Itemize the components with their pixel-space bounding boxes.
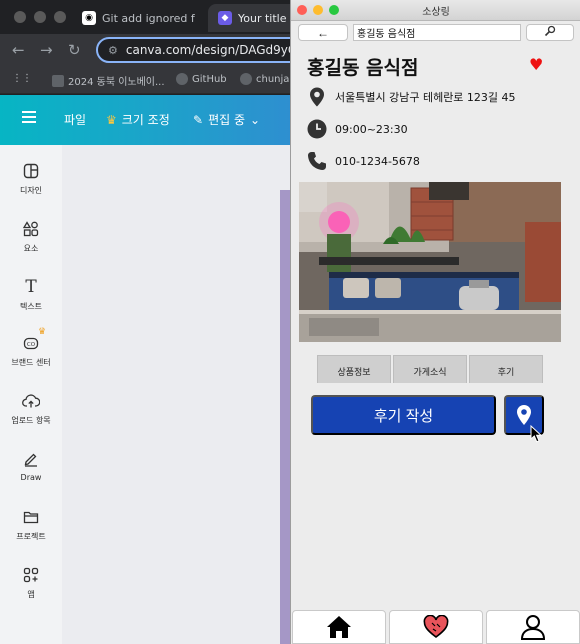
browser-tab-title: Your title he [238, 11, 298, 25]
sidebar-item-text[interactable]: T 텍스트 [0, 277, 62, 312]
tab-product-info[interactable]: 상품정보 [317, 355, 391, 383]
github-icon: ◉ [82, 11, 96, 25]
crown-icon: ♛ [38, 327, 47, 337]
home-icon [327, 616, 351, 638]
sidebar-item-label: 앱 [27, 590, 35, 599]
canva-canvas-preview [280, 190, 290, 644]
upload-cloud-icon [21, 391, 41, 411]
sidebar-item-draw[interactable]: Draw [0, 449, 62, 482]
bookmark-item[interactable]: 2024 동북 이노베이... [52, 73, 165, 88]
canva-tab-icon: ◆ [218, 11, 232, 25]
store-tabs: 상품정보 가게소식 후기 [317, 355, 543, 383]
canva-editor-area[interactable] [62, 145, 290, 644]
menu-resize-label: 크기 조정 [121, 113, 170, 127]
menu-edit-label: 편집 중 [208, 113, 245, 127]
canva-menubar: 파일 ♛ 크기 조정 ✎ 편집 중 ⌄ [0, 95, 290, 145]
favorite-heart-icon[interactable]: ♥ [529, 55, 543, 74]
location-pin-icon [517, 405, 531, 425]
svg-text:CO: CO [27, 342, 36, 348]
canva-sidebar: 디자인 요소 T 텍스트 CO ♛ 브랜드 센터 업로드 항목 Draw 프로젝… [0, 145, 62, 644]
search-bar: ← [291, 21, 580, 44]
sidebar-item-design[interactable]: 디자인 [0, 161, 62, 196]
reload-icon[interactable]: ↻ [68, 41, 81, 59]
mouse-cursor-icon [530, 425, 543, 443]
nav-profile-button[interactable] [486, 610, 580, 644]
browser-zoom-button[interactable] [54, 11, 66, 23]
bookmark-item[interactable]: chunja [240, 73, 289, 85]
crown-icon: ♛ [106, 112, 117, 127]
store-phone: 010-1234-5678 [335, 154, 420, 168]
heart-icon [423, 615, 449, 639]
folder-icon [21, 507, 41, 527]
window-title: 소상링 [422, 7, 450, 18]
store-address-row: 서울특별시 강남구 테헤란로 123길 45 [307, 86, 516, 108]
clock-icon [307, 119, 327, 139]
sidebar-item-label: 디자인 [19, 186, 43, 195]
store-name: 홍길동 음식점 [307, 57, 419, 79]
browser-tab-canva[interactable]: ◆ Your title he [208, 4, 298, 32]
github-icon [176, 73, 188, 85]
bookmark-item[interactable]: GitHub [176, 73, 227, 85]
brand-icon: CO ♛ [21, 327, 46, 353]
nav-favorites-button[interactable] [389, 610, 483, 644]
hamburger-menu-icon[interactable] [22, 108, 36, 126]
browser-tab-git[interactable]: ◉ Git add ignored f [72, 4, 210, 32]
menu-resize[interactable]: ♛ 크기 조정 [106, 111, 170, 128]
sidebar-item-projects[interactable]: 프로젝트 [0, 507, 62, 542]
search-button[interactable] [526, 24, 574, 41]
text-icon: T [25, 277, 37, 297]
site-settings-icon[interactable]: ⚙ [108, 44, 118, 57]
forward-arrow-icon[interactable]: → [40, 41, 53, 59]
address-bar-url: canva.com/design/DAGd9yQTe [125, 43, 311, 57]
tab-reviews[interactable]: 후기 [469, 355, 543, 383]
search-input[interactable] [353, 24, 521, 41]
menu-edit-mode[interactable]: ✎ 편집 중 ⌄ [193, 111, 260, 128]
menu-file[interactable]: 파일 [64, 111, 86, 128]
browser-close-button[interactable] [14, 11, 26, 23]
store-photo [299, 182, 561, 342]
pen-icon [21, 449, 41, 469]
back-arrow-icon[interactable]: ← [12, 41, 25, 59]
shapes-icon [21, 219, 41, 239]
sidebar-item-label: 텍스트 [19, 302, 43, 311]
apps-icon [21, 565, 41, 585]
nav-home-button[interactable] [292, 610, 386, 644]
bookmark-label: GitHub [192, 73, 227, 85]
sidebar-item-label: 요소 [23, 244, 39, 253]
browser-tab-title: Git add ignored f [102, 11, 195, 25]
store-address: 서울특별시 강남구 테헤란로 123길 45 [335, 91, 516, 104]
chevron-down-icon: ⌄ [250, 112, 261, 127]
tab-store-news[interactable]: 가게소식 [393, 355, 467, 383]
sidebar-item-uploads[interactable]: 업로드 항목 [0, 391, 62, 426]
github-icon [240, 73, 252, 85]
sidebar-item-apps[interactable]: 앱 [0, 565, 62, 600]
magnifier-icon [544, 25, 556, 37]
store-phone-row: 010-1234-5678 [307, 150, 420, 172]
location-pin-icon [307, 87, 327, 107]
layout-icon [21, 161, 41, 181]
app-window: 소상링 ← 홍길동 음식점 ♥ 서울특별시 강남구 테헤란로 123길 45 0… [290, 0, 580, 644]
write-review-button[interactable]: 후기 작성 [311, 395, 496, 435]
sidebar-item-elements[interactable]: 요소 [0, 219, 62, 254]
sidebar-item-label: 업로드 항목 [11, 416, 51, 425]
phone-icon [307, 151, 327, 171]
sidebar-item-label: Draw [20, 473, 42, 482]
bookmark-label: 2024 동북 이노베이... [68, 77, 165, 88]
back-button[interactable]: ← [298, 24, 348, 41]
pencil-icon: ✎ [193, 112, 204, 127]
window-titlebar: 소상링 [291, 0, 580, 21]
bottom-navigation [291, 610, 580, 644]
sidebar-item-brand[interactable]: CO ♛ 브랜드 센터 [0, 327, 62, 368]
browser-minimize-button[interactable] [34, 11, 46, 23]
apps-grid-icon[interactable]: ⋮⋮ [12, 73, 32, 84]
sidebar-item-label: 프로젝트 [16, 532, 46, 541]
store-hours-row: 09:00~23:30 [307, 118, 408, 140]
notion-icon [52, 74, 64, 87]
sidebar-item-label: 브랜드 센터 [11, 358, 51, 367]
user-icon [520, 615, 546, 640]
store-hours: 09:00~23:30 [335, 122, 408, 136]
bookmark-label: chunja [256, 73, 290, 85]
